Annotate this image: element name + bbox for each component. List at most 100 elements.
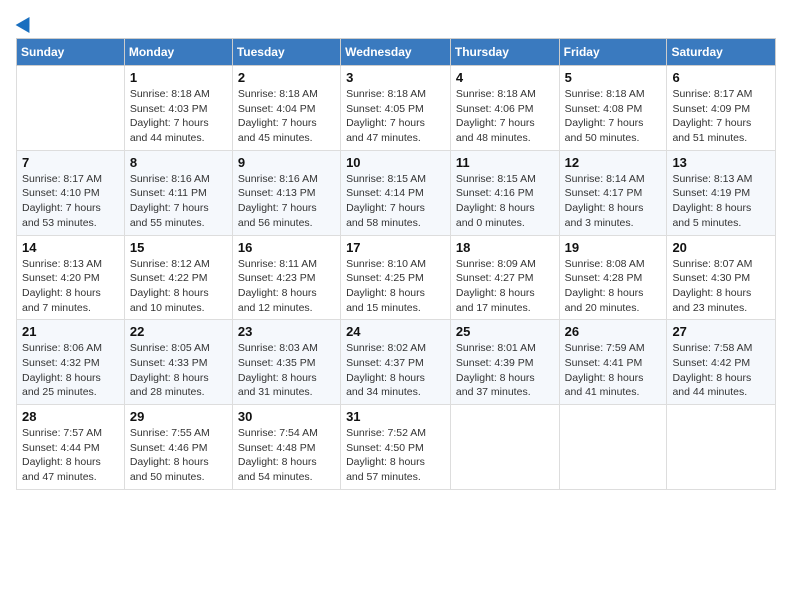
day-info: Sunrise: 8:18 AMSunset: 4:03 PMDaylight:…	[130, 87, 227, 146]
day-info: Sunrise: 8:13 AMSunset: 4:19 PMDaylight:…	[672, 172, 770, 231]
day-info: Sunrise: 7:58 AMSunset: 4:42 PMDaylight:…	[672, 341, 770, 400]
day-number: 27	[672, 324, 770, 339]
calendar-cell: 17 Sunrise: 8:10 AMSunset: 4:25 PMDayligh…	[341, 235, 451, 320]
calendar-body: 1 Sunrise: 8:18 AMSunset: 4:03 PMDaylight…	[17, 66, 776, 490]
calendar-cell: 13 Sunrise: 8:13 AMSunset: 4:19 PMDayligh…	[667, 150, 776, 235]
calendar-cell: 15Sunrise: 8:12 AMSunset: 4:22 PMDayligh…	[124, 235, 232, 320]
calendar-cell: 16 Sunrise: 8:11 AMSunset: 4:23 PMDayligh…	[232, 235, 340, 320]
calendar-week-4: 21 Sunrise: 8:06 AMSunset: 4:32 PMDayligh…	[17, 320, 776, 405]
calendar-cell: 14 Sunrise: 8:13 AMSunset: 4:20 PMDayligh…	[17, 235, 125, 320]
day-number: 20	[672, 240, 770, 255]
calendar-cell: 9Sunrise: 8:16 AMSunset: 4:13 PMDaylight…	[232, 150, 340, 235]
day-info: Sunrise: 8:02 AMSunset: 4:37 PMDaylight:…	[346, 341, 445, 400]
calendar-week-3: 14 Sunrise: 8:13 AMSunset: 4:20 PMDayligh…	[17, 235, 776, 320]
day-info: Sunrise: 8:14 AMSunset: 4:17 PMDaylight:…	[565, 172, 662, 231]
calendar-cell: 26 Sunrise: 7:59 AMSunset: 4:41 PMDayligh…	[559, 320, 667, 405]
header	[16, 16, 776, 30]
day-number: 2	[238, 70, 335, 85]
calendar-cell: 4Sunrise: 8:18 AMSunset: 4:06 PMDaylight…	[450, 66, 559, 151]
dow-header-friday: Friday	[559, 39, 667, 66]
calendar-cell: 21 Sunrise: 8:06 AMSunset: 4:32 PMDayligh…	[17, 320, 125, 405]
day-info: Sunrise: 7:54 AMSunset: 4:48 PMDaylight:…	[238, 426, 335, 485]
day-number: 17	[346, 240, 445, 255]
calendar-cell: 12Sunrise: 8:14 AMSunset: 4:17 PMDayligh…	[559, 150, 667, 235]
dow-header-wednesday: Wednesday	[341, 39, 451, 66]
calendar-cell: 11 Sunrise: 8:15 AMSunset: 4:16 PMDayligh…	[450, 150, 559, 235]
calendar-week-1: 1 Sunrise: 8:18 AMSunset: 4:03 PMDaylight…	[17, 66, 776, 151]
day-info: Sunrise: 8:01 AMSunset: 4:39 PMDaylight:…	[456, 341, 554, 400]
day-number: 9	[238, 155, 335, 170]
day-info: Sunrise: 8:10 AMSunset: 4:25 PMDaylight:…	[346, 257, 445, 316]
calendar-cell: 1 Sunrise: 8:18 AMSunset: 4:03 PMDaylight…	[124, 66, 232, 151]
day-info: Sunrise: 8:18 AMSunset: 4:06 PMDaylight:…	[456, 87, 554, 146]
day-info: Sunrise: 8:07 AMSunset: 4:30 PMDaylight:…	[672, 257, 770, 316]
calendar-cell: 24 Sunrise: 8:02 AMSunset: 4:37 PMDayligh…	[341, 320, 451, 405]
day-number: 25	[456, 324, 554, 339]
calendar-cell: 28 Sunrise: 7:57 AMSunset: 4:44 PMDayligh…	[17, 405, 125, 490]
day-number: 14	[22, 240, 119, 255]
day-number: 5	[565, 70, 662, 85]
day-info: Sunrise: 8:05 AMSunset: 4:33 PMDaylight:…	[130, 341, 227, 400]
dow-header-sunday: Sunday	[17, 39, 125, 66]
dow-header-saturday: Saturday	[667, 39, 776, 66]
day-number: 21	[22, 324, 119, 339]
calendar-cell	[559, 405, 667, 490]
dow-header-monday: Monday	[124, 39, 232, 66]
day-info: Sunrise: 8:15 AMSunset: 4:16 PMDaylight:…	[456, 172, 554, 231]
calendar-cell: 22 Sunrise: 8:05 AMSunset: 4:33 PMDayligh…	[124, 320, 232, 405]
calendar-cell	[667, 405, 776, 490]
day-info: Sunrise: 8:16 AMSunset: 4:11 PMDaylight:…	[130, 172, 227, 231]
day-info: Sunrise: 8:11 AMSunset: 4:23 PMDaylight:…	[238, 257, 335, 316]
calendar-cell	[450, 405, 559, 490]
calendar-cell: 5 Sunrise: 8:18 AMSunset: 4:08 PMDaylight…	[559, 66, 667, 151]
calendar-week-5: 28 Sunrise: 7:57 AMSunset: 4:44 PMDayligh…	[17, 405, 776, 490]
calendar-cell: 7 Sunrise: 8:17 AMSunset: 4:10 PMDaylight…	[17, 150, 125, 235]
calendar-cell: 29 Sunrise: 7:55 AMSunset: 4:46 PMDayligh…	[124, 405, 232, 490]
day-number: 26	[565, 324, 662, 339]
day-info: Sunrise: 7:52 AMSunset: 4:50 PMDaylight:…	[346, 426, 445, 485]
day-info: Sunrise: 8:13 AMSunset: 4:20 PMDaylight:…	[22, 257, 119, 316]
day-number: 18	[456, 240, 554, 255]
day-number: 10	[346, 155, 445, 170]
calendar-cell: 10 Sunrise: 8:15 AMSunset: 4:14 PMDayligh…	[341, 150, 451, 235]
day-info: Sunrise: 8:15 AMSunset: 4:14 PMDaylight:…	[346, 172, 445, 231]
dow-header-thursday: Thursday	[450, 39, 559, 66]
day-info: Sunrise: 8:09 AMSunset: 4:27 PMDaylight:…	[456, 257, 554, 316]
day-info: Sunrise: 8:08 AMSunset: 4:28 PMDaylight:…	[565, 257, 662, 316]
day-number: 8	[130, 155, 227, 170]
calendar-cell: 8 Sunrise: 8:16 AMSunset: 4:11 PMDaylight…	[124, 150, 232, 235]
day-info: Sunrise: 8:17 AMSunset: 4:10 PMDaylight:…	[22, 172, 119, 231]
day-number: 22	[130, 324, 227, 339]
day-number: 28	[22, 409, 119, 424]
calendar-table: SundayMondayTuesdayWednesdayThursdayFrid…	[16, 38, 776, 490]
calendar-cell: 31Sunrise: 7:52 AMSunset: 4:50 PMDayligh…	[341, 405, 451, 490]
day-number: 24	[346, 324, 445, 339]
day-number: 11	[456, 155, 554, 170]
day-number: 7	[22, 155, 119, 170]
calendar-cell: 25 Sunrise: 8:01 AMSunset: 4:39 PMDayligh…	[450, 320, 559, 405]
day-info: Sunrise: 8:18 AMSunset: 4:04 PMDaylight:…	[238, 87, 335, 146]
calendar-cell	[17, 66, 125, 151]
day-number: 30	[238, 409, 335, 424]
days-of-week-row: SundayMondayTuesdayWednesdayThursdayFrid…	[17, 39, 776, 66]
day-info: Sunrise: 7:57 AMSunset: 4:44 PMDaylight:…	[22, 426, 119, 485]
day-info: Sunrise: 8:18 AMSunset: 4:05 PMDaylight:…	[346, 87, 445, 146]
day-info: Sunrise: 8:17 AMSunset: 4:09 PMDaylight:…	[672, 87, 770, 146]
calendar-cell: 23Sunrise: 8:03 AMSunset: 4:35 PMDayligh…	[232, 320, 340, 405]
day-number: 16	[238, 240, 335, 255]
day-number: 1	[130, 70, 227, 85]
calendar-cell: 2 Sunrise: 8:18 AMSunset: 4:04 PMDaylight…	[232, 66, 340, 151]
day-number: 13	[672, 155, 770, 170]
day-info: Sunrise: 7:55 AMSunset: 4:46 PMDaylight:…	[130, 426, 227, 485]
calendar-cell: 20 Sunrise: 8:07 AMSunset: 4:30 PMDayligh…	[667, 235, 776, 320]
day-info: Sunrise: 8:06 AMSunset: 4:32 PMDaylight:…	[22, 341, 119, 400]
day-info: Sunrise: 8:18 AMSunset: 4:08 PMDaylight:…	[565, 87, 662, 146]
day-number: 23	[238, 324, 335, 339]
calendar-cell: 19Sunrise: 8:08 AMSunset: 4:28 PMDayligh…	[559, 235, 667, 320]
day-info: Sunrise: 7:59 AMSunset: 4:41 PMDaylight:…	[565, 341, 662, 400]
calendar-cell: 18 Sunrise: 8:09 AMSunset: 4:27 PMDayligh…	[450, 235, 559, 320]
day-number: 15	[130, 240, 227, 255]
calendar-cell: 6Sunrise: 8:17 AMSunset: 4:09 PMDaylight…	[667, 66, 776, 151]
day-number: 29	[130, 409, 227, 424]
dow-header-tuesday: Tuesday	[232, 39, 340, 66]
